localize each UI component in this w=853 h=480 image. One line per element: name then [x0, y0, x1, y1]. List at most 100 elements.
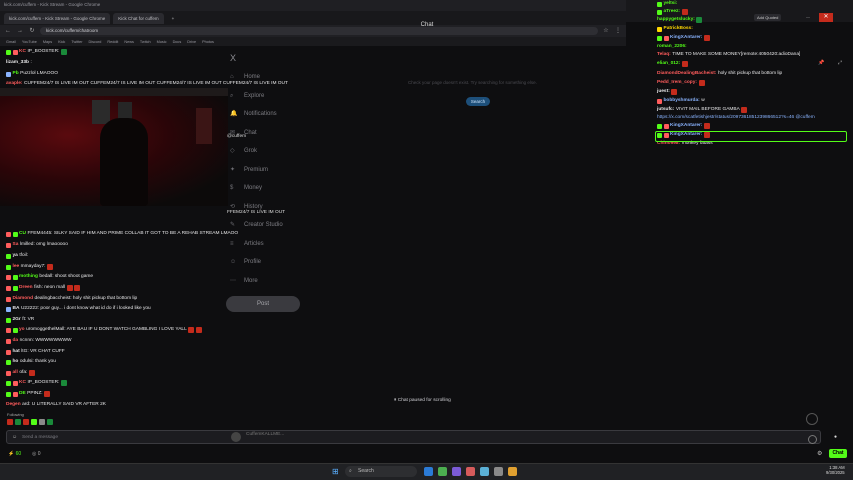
- chat-emote[interactable]: [681, 61, 688, 67]
- chat-username[interactable]: bobbyshmurda:: [664, 98, 700, 104]
- user-badge-icon[interactable]: [6, 253, 11, 259]
- chat-send-button[interactable]: Chat: [829, 449, 847, 458]
- bookmark-item[interactable]: Twitch: [140, 40, 151, 44]
- x-logo[interactable]: X: [230, 53, 236, 63]
- chat-username[interactable]: avaple:: [6, 81, 23, 87]
- chat-username[interactable]: BA: [13, 306, 20, 312]
- chat-username[interactable]: Sa: [13, 242, 19, 248]
- chat-message[interactable]: elian_012:: [657, 61, 688, 67]
- chat-username[interactable]: KingXAntarer:: [670, 35, 703, 41]
- user-badge-icon[interactable]: [6, 242, 11, 248]
- bookmark-item[interactable]: Maps: [43, 40, 52, 44]
- chat-username[interactable]: da: [13, 338, 19, 344]
- chat-username[interactable]: elian_012:: [657, 61, 680, 67]
- chat-username[interactable]: hat: [13, 349, 20, 355]
- send-icon[interactable]: ●: [834, 434, 837, 440]
- chat-username[interactable]: DiamondDealingBacheist:: [657, 71, 716, 77]
- emote[interactable]: [15, 419, 21, 425]
- app-icon[interactable]: [494, 467, 503, 476]
- chat-username[interactable]: all: [13, 370, 18, 376]
- user-badge-icon[interactable]: [663, 35, 669, 41]
- user-badge-icon[interactable]: [6, 296, 11, 302]
- right-chat-input-highlight[interactable]: [655, 131, 847, 142]
- taskbar-search[interactable]: ⌕ Search: [345, 466, 417, 477]
- chat-username[interactable]: CU: [19, 231, 26, 237]
- chat-username[interactable]: lizam_33b: [6, 60, 29, 66]
- chat-username[interactable]: ho: [13, 359, 19, 365]
- gear-icon[interactable]: ⚙: [817, 450, 822, 457]
- chat-message[interactable]: avaple: CUFFEM24/7 IS LIVE IM OUT CUFFEM2…: [6, 81, 288, 87]
- user-badge-icon[interactable]: [6, 285, 11, 291]
- x-nav-item-more[interactable]: More: [244, 278, 258, 284]
- user-badge-icon[interactable]: [12, 380, 18, 386]
- chat-emote[interactable]: [66, 285, 73, 291]
- chat-message[interactable]: lizam_33b:: [6, 60, 32, 66]
- search-button[interactable]: Search: [466, 97, 490, 106]
- app-icon[interactable]: [508, 467, 517, 476]
- chat-message[interactable]: Pb Puzzlol LMAOOO: [6, 71, 58, 77]
- pin-icon[interactable]: 📌: [818, 60, 824, 66]
- system-clock[interactable]: 1:38 AM 9/30/2025: [826, 465, 845, 475]
- user-badge-icon[interactable]: [12, 391, 18, 397]
- reload-icon[interactable]: ↻: [28, 27, 36, 35]
- chat-message[interactable]: https://x.com/scatfetishjestr/status/209…: [657, 115, 815, 121]
- app-icon[interactable]: [480, 467, 489, 476]
- chat-username[interactable]: happygetslucky:: [657, 17, 695, 23]
- chat-message[interactable]: hat ltG: VR CHAT CUFF: [6, 349, 65, 355]
- chat-message[interactable]: yeltsi:: [657, 1, 677, 7]
- user-badge-icon[interactable]: [6, 317, 11, 323]
- chat-username[interactable]: KingXAntarer:: [670, 123, 703, 129]
- emote[interactable]: [31, 419, 37, 425]
- bookmark-item[interactable]: Kick: [58, 40, 65, 44]
- emote[interactable]: [23, 419, 29, 425]
- chat-message[interactable]: roman_2206:: [657, 44, 687, 50]
- file-explorer-icon[interactable]: [424, 467, 433, 476]
- chat-message[interactable]: KC IP_BOOSTER:: [6, 49, 67, 55]
- user-badge-icon[interactable]: [12, 49, 18, 55]
- emote[interactable]: [47, 419, 53, 425]
- user-badge-icon[interactable]: [657, 123, 662, 129]
- chat-message[interactable]: Degen ard: U LITERALLY SAID VR AFTER 2K: [6, 402, 106, 408]
- user-badge-icon[interactable]: [6, 380, 11, 386]
- bookmark-item[interactable]: Photos: [202, 40, 214, 44]
- user-badge-icon[interactable]: [6, 338, 11, 344]
- user-badge-icon[interactable]: [657, 35, 662, 41]
- chat-username[interactable]: KC: [19, 49, 26, 55]
- chat-message[interactable]: PatrickBoss:: [657, 26, 693, 32]
- user-badge-icon[interactable]: [6, 274, 11, 280]
- x-nav-item-profile[interactable]: Profile: [244, 259, 261, 265]
- chat-username[interactable]: Diamond: [13, 296, 34, 302]
- x-nav-item-creator-studio[interactable]: Creator Studio: [244, 222, 283, 228]
- chat-message[interactable]: DiamondDealingBacheist: holy shit pickup …: [657, 71, 782, 77]
- chat-emote[interactable]: [741, 107, 748, 113]
- chat-emote[interactable]: [60, 380, 67, 386]
- chat-emote[interactable]: [60, 49, 67, 55]
- bookmark-item[interactable]: Music: [157, 40, 167, 44]
- add-quoted-button[interactable]: Add Quoted: [754, 14, 782, 21]
- x-nav-item-home[interactable]: Home: [244, 74, 260, 80]
- chat-message[interactable]: Telaq: TIME TO MAKE SOME MONEY[remote:405…: [657, 52, 800, 58]
- x-nav-item-history[interactable]: History: [244, 204, 263, 210]
- chat-message[interactable]: BA U22222: poor guy... i dont know what i…: [6, 306, 151, 312]
- minimize-icon[interactable]: —: [806, 14, 810, 19]
- user-badge-icon[interactable]: [6, 359, 11, 365]
- x-nav-item-grok[interactable]: Grok: [244, 148, 257, 154]
- chat-message[interactable]: KingXAntarer:: [657, 123, 711, 129]
- star-icon[interactable]: ☆: [602, 27, 610, 35]
- x-nav-item-premium[interactable]: Premium: [244, 167, 268, 173]
- chrome-icon[interactable]: [438, 467, 447, 476]
- chat-username[interactable]: lee: [13, 264, 20, 270]
- user-badge-icon[interactable]: [6, 391, 11, 397]
- url-input[interactable]: kick.com/cuffem/chatroom: [40, 27, 598, 35]
- user-badge-icon[interactable]: [6, 49, 11, 55]
- bookmark-item[interactable]: Discord: [89, 40, 102, 44]
- chat-message[interactable]: 2Gr ft: VR: [6, 317, 34, 323]
- user-badge-icon[interactable]: [6, 327, 11, 333]
- user-badge-icon[interactable]: [657, 9, 662, 15]
- user-badge-icon[interactable]: [12, 327, 18, 333]
- bookmark-item[interactable]: Drive: [187, 40, 196, 44]
- chat-emote[interactable]: [46, 264, 53, 270]
- chat-username[interactable]: Pb: [13, 71, 19, 77]
- chat-emote[interactable]: [74, 285, 81, 291]
- chat-message[interactable]: CU FFEM4445: SILKY SAID IF HIM AND PRIME …: [6, 231, 238, 237]
